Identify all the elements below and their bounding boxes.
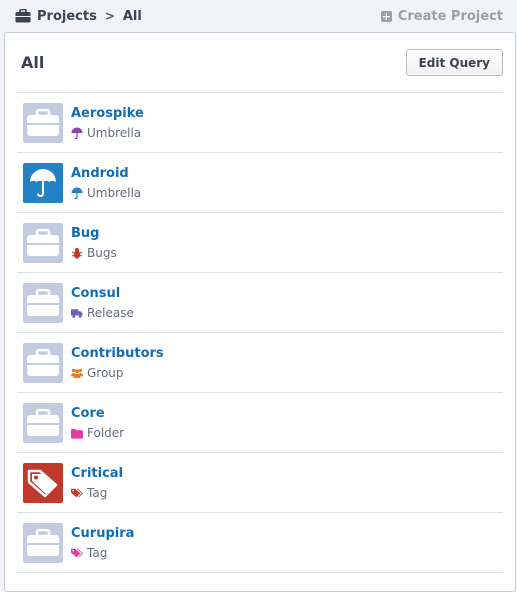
header-bar: Projects > All + Create Project (0, 0, 517, 32)
project-type: Group (87, 366, 124, 380)
project-type: Release (87, 306, 134, 320)
tag-icon (71, 547, 83, 559)
list-item[interactable]: Android Umbrella (17, 153, 503, 213)
briefcase-icon (23, 402, 63, 443)
briefcase-icon (23, 522, 63, 563)
breadcrumb: Projects > All (15, 9, 142, 24)
folder-icon (71, 427, 83, 439)
project-type: Bugs (87, 246, 117, 260)
breadcrumb-separator: > (104, 9, 115, 23)
briefcase-icon (23, 102, 63, 143)
umbrella-icon (23, 162, 63, 203)
edit-query-button[interactable]: Edit Query (405, 49, 503, 76)
project-type: Tag (87, 486, 108, 500)
project-list: Aerospike Umbrella Android Umbrella Bug … (17, 93, 503, 573)
list-item[interactable]: Bug Bugs (17, 213, 503, 273)
list-item[interactable]: Consul Release (17, 273, 503, 333)
project-type: Umbrella (87, 186, 142, 200)
project-name[interactable]: Android (71, 165, 141, 183)
briefcase-icon (15, 9, 31, 23)
project-name[interactable]: Core (71, 405, 124, 423)
project-type: Folder (87, 426, 125, 440)
list-item[interactable]: Contributors Group (17, 333, 503, 393)
panel-title: All (21, 53, 45, 72)
breadcrumb-projects[interactable]: Projects (37, 9, 97, 24)
users-icon (71, 367, 83, 379)
create-project-button[interactable]: + Create Project (380, 8, 503, 24)
project-name[interactable]: Critical (71, 465, 123, 483)
umbrella-icon (71, 187, 83, 199)
plus-square-icon: + (380, 9, 392, 23)
tag-icon (71, 487, 83, 499)
umbrella-icon (71, 127, 83, 139)
briefcase-icon (23, 222, 63, 263)
project-name[interactable]: Contributors (71, 345, 164, 363)
bug-icon (71, 247, 83, 259)
list-item[interactable]: Curupira Tag (17, 513, 503, 573)
project-name[interactable]: Aerospike (71, 105, 144, 123)
panel-header: All Edit Query (17, 33, 503, 93)
project-type: Umbrella (87, 126, 142, 140)
truck-icon (71, 307, 83, 319)
projects-panel: All Edit Query Aerospike Umbrella Androi… (4, 32, 516, 592)
create-project-label: Create Project (397, 8, 503, 24)
briefcase-icon (23, 282, 63, 323)
project-name[interactable]: Bug (71, 225, 117, 243)
breadcrumb-current: All (122, 8, 142, 24)
project-name[interactable]: Curupira (71, 525, 134, 543)
project-name[interactable]: Consul (71, 285, 134, 303)
tags-icon (23, 462, 63, 503)
list-item[interactable]: Core Folder (17, 393, 503, 453)
project-type: Tag (87, 546, 108, 560)
briefcase-icon (23, 342, 63, 383)
list-item[interactable]: Critical Tag (17, 453, 503, 513)
list-item[interactable]: Aerospike Umbrella (17, 93, 503, 153)
